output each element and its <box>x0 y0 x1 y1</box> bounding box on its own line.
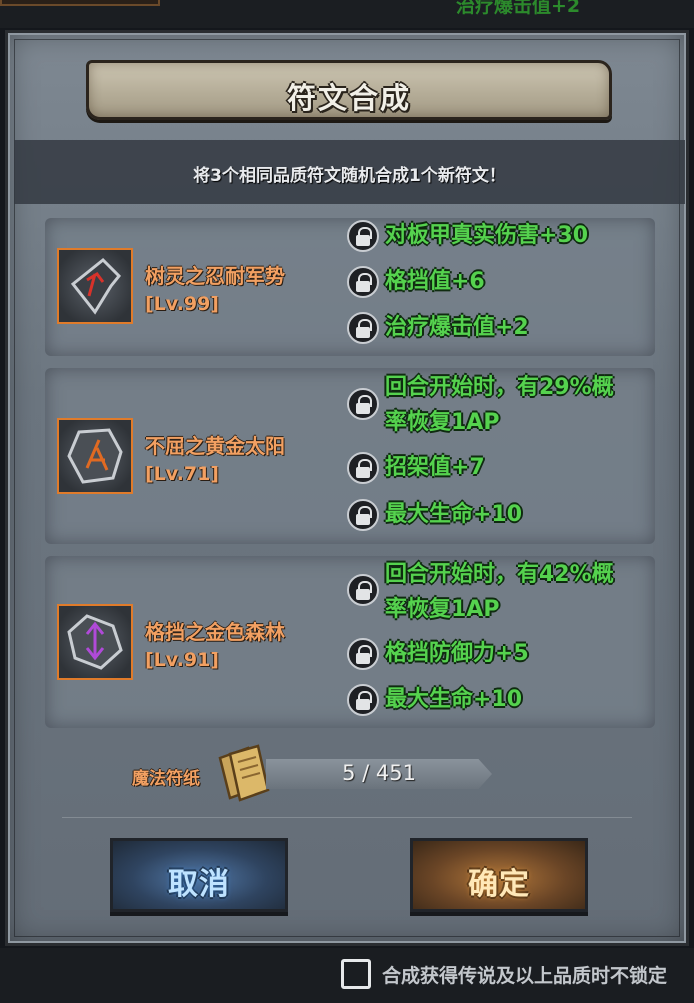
rune-level: [Lv.91] <box>145 649 219 671</box>
stone-rune-icon[interactable] <box>57 418 133 494</box>
top-bar-frame <box>0 0 160 6</box>
rune-card-3[interactable]: 格挡之金色森林 [Lv.91] 回合开始时，有42%概 率恢复1AP 格挡防御力… <box>45 556 655 728</box>
magic-paper-count: 5 / 451 <box>342 761 416 785</box>
title-plate: 符文合成 <box>86 60 612 120</box>
rune-stat: 最大生命+10 <box>385 502 523 527</box>
rune-stat: 率恢复1AP <box>385 410 500 435</box>
rune-stat: 回合开始时，有42%概 <box>385 562 614 587</box>
rune-stat: 最大生命+10 <box>385 687 523 712</box>
rune-name: 格挡之金色森林 <box>145 620 285 644</box>
confirm-button-label: 确定 <box>468 867 530 902</box>
dialog-title: 符文合成 <box>286 81 411 115</box>
rune-stat: 招架值+7 <box>385 455 485 480</box>
cancel-button[interactable]: 取消 <box>110 838 288 912</box>
checkbox-label: 合成获得传说及以上品质时不锁定 <box>382 965 668 987</box>
magic-paper-label: 魔法符纸 <box>132 769 200 789</box>
rune-card-1[interactable]: 树灵之忍耐军势 [Lv.99] 对板甲真实伤害+30 格挡值+6 治疗爆击值+2 <box>45 218 655 356</box>
rune-stat: 格挡防御力+5 <box>385 641 529 666</box>
subtitle-bar: 将3个相同品质符文随机合成1个新符文！ <box>14 140 685 204</box>
rune-stat: 治疗爆击值+2 <box>385 315 529 340</box>
dialog-subtitle: 将3个相同品质符文随机合成1个新符文！ <box>193 166 506 186</box>
unlock-icon[interactable] <box>347 684 379 716</box>
unlock-icon[interactable] <box>347 388 379 420</box>
rune-name: 树灵之忍耐军势 <box>145 264 285 288</box>
unlock-icon[interactable] <box>347 266 379 298</box>
rune-level: [Lv.71] <box>145 463 219 485</box>
rune-level: [Lv.99] <box>145 293 219 315</box>
rune-stat: 格挡值+6 <box>385 269 485 294</box>
crystal-rune-icon[interactable] <box>57 604 133 680</box>
paper-scroll-icon <box>218 744 270 802</box>
unlock-icon[interactable] <box>347 574 379 606</box>
unlock-icon[interactable] <box>347 638 379 670</box>
no-lock-legendary-checkbox[interactable] <box>341 959 371 989</box>
divider <box>62 817 632 818</box>
cancel-button-label: 取消 <box>168 867 230 902</box>
rune-name: 不屈之黄金太阳 <box>145 434 285 458</box>
rune-stat: 率恢复1AP <box>385 597 500 622</box>
top-bar: 治疗爆击值+2 <box>0 0 694 28</box>
rune-stat: 对板甲真实伤害+30 <box>385 223 589 248</box>
rune-card-2[interactable]: 不屈之黄金太阳 [Lv.71] 回合开始时，有29%概 率恢复1AP 招架值+7… <box>45 368 655 544</box>
unlock-icon[interactable] <box>347 312 379 344</box>
unlock-icon[interactable] <box>347 499 379 531</box>
confirm-button[interactable]: 确定 <box>410 838 588 912</box>
rune-stat: 回合开始时，有29%概 <box>385 375 614 400</box>
unlock-icon[interactable] <box>347 220 379 252</box>
top-bar-partial-text: 治疗爆击值+2 <box>456 0 581 17</box>
unlock-icon[interactable] <box>347 452 379 484</box>
arrowhead-rune-icon[interactable] <box>57 248 133 324</box>
